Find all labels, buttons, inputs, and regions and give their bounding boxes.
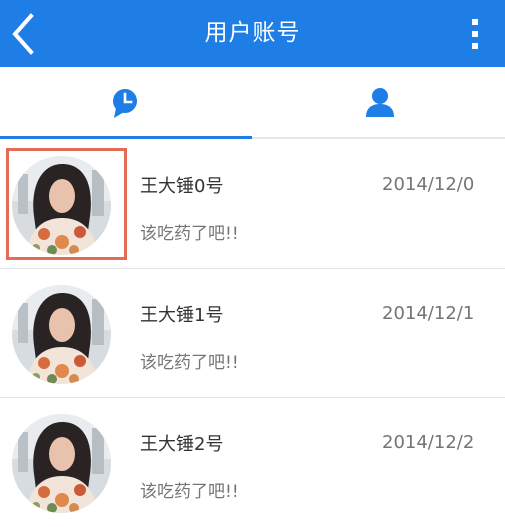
list-item[interactable]: 王大锤2号 2014/12/2 该吃药了吧!! (0, 398, 505, 527)
tab-recent[interactable] (0, 67, 252, 137)
conversation-list: 王大锤0号 2014/12/0 该吃药了吧!! 王大锤1号 2014/12/1 … (0, 140, 505, 527)
list-item[interactable]: 王大锤0号 2014/12/0 该吃药了吧!! (0, 140, 505, 269)
list-item[interactable]: 王大锤1号 2014/12/1 该吃药了吧!! (0, 269, 505, 398)
contact-name: 王大锤1号 (140, 305, 224, 326)
avatar-image (12, 414, 111, 513)
person-icon (366, 88, 394, 117)
message-date: 2014/12/0 (382, 174, 475, 195)
message-date: 2014/12/1 (382, 303, 475, 324)
page-title: 用户账号 (204, 20, 301, 46)
message-preview: 该吃药了吧!! (140, 353, 239, 373)
avatar (12, 414, 111, 513)
more-vertical-icon (472, 19, 478, 49)
contact-name: 王大锤2号 (140, 434, 224, 455)
message-preview: 该吃药了吧!! (140, 224, 239, 244)
avatar (12, 285, 111, 384)
avatar-image (12, 285, 111, 384)
tab-selected-indicator (0, 136, 252, 139)
tab-bar (0, 67, 505, 139)
more-menu-button[interactable] (458, 14, 492, 54)
app-bar: 用户账号 (0, 0, 505, 67)
selection-highlight (6, 148, 127, 260)
tab-contacts[interactable] (253, 67, 505, 137)
message-date: 2014/12/2 (382, 432, 475, 453)
clock-chat-icon (113, 89, 137, 118)
contact-name: 王大锤0号 (140, 176, 224, 197)
message-preview: 该吃药了吧!! (140, 482, 239, 502)
